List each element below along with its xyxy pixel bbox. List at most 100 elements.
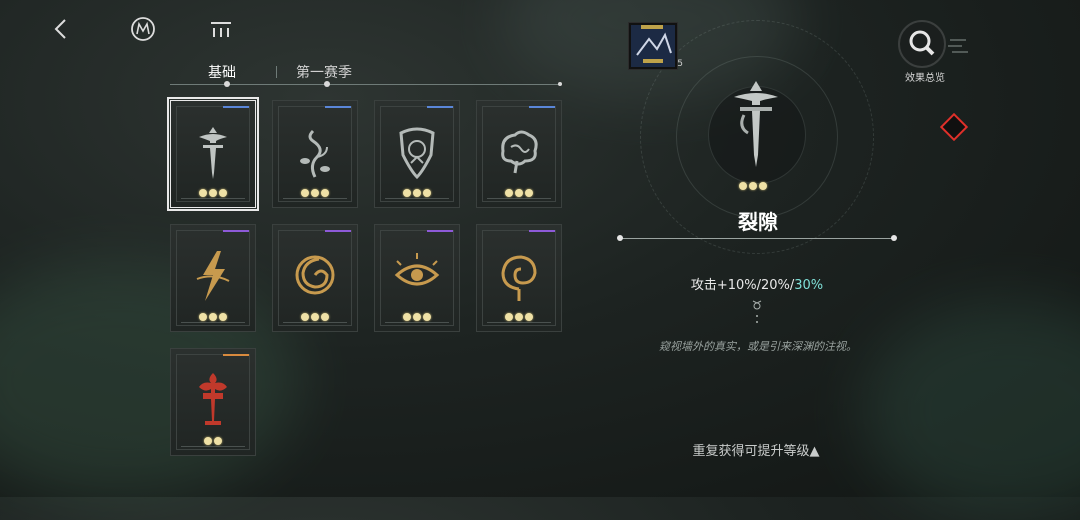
vortex-emblem-icon (295, 255, 335, 295)
level-pip (505, 189, 513, 197)
level-pip (423, 189, 431, 197)
effect-overview-button[interactable] (898, 20, 946, 68)
red-totem-card[interactable] (170, 348, 256, 456)
level-pip (423, 313, 431, 321)
eye-emblem-icon (394, 253, 440, 286)
vine-emblem-icon (300, 129, 330, 178)
card-level-pips (375, 189, 459, 197)
level-pip (321, 313, 329, 321)
card-baseline (283, 198, 347, 199)
eye-card[interactable] (374, 224, 460, 332)
stat-text: 攻击+10%/20%/30% (650, 274, 864, 293)
rarity-bar (529, 106, 555, 108)
lightning-card[interactable] (170, 224, 256, 332)
detail-level-pips (738, 182, 768, 190)
level-pip (515, 189, 523, 197)
level-pip (739, 182, 747, 190)
rarity-bar (223, 230, 249, 232)
level-pip (759, 182, 767, 190)
crack-emblem-icon (199, 127, 227, 179)
level-pip (199, 189, 207, 197)
card-baseline (283, 322, 347, 323)
level-pip (209, 313, 217, 321)
vine-card[interactable] (272, 100, 358, 208)
tab-season[interactable]: 第一赛季 (296, 62, 352, 82)
rarity-bar (325, 230, 351, 232)
red-totem-emblem-icon (199, 373, 227, 425)
tab-bar: 基础 第一赛季 (170, 60, 562, 90)
shield-card[interactable] (374, 100, 460, 208)
card-level-pips (171, 189, 255, 197)
level-pip (505, 313, 513, 321)
rarity-bar (325, 106, 351, 108)
level-pip (204, 437, 212, 445)
repeat-hint[interactable]: 重复获得可提升等级▲ (676, 440, 836, 459)
card-level-pips (273, 189, 357, 197)
card-baseline (181, 322, 245, 323)
tab-basic[interactable]: 基础 (208, 62, 236, 82)
shield-emblem-icon (399, 127, 435, 180)
search-icon (909, 30, 935, 56)
menu-icon[interactable] (206, 14, 236, 44)
rarity-bar (223, 106, 249, 108)
divider-dot-left (617, 235, 623, 241)
stat-current-value: 30% (794, 278, 824, 293)
card-level-pips (375, 313, 459, 321)
tab-end-dot (558, 82, 562, 86)
card-baseline (385, 322, 449, 323)
divider-dot-right (891, 235, 897, 241)
spiral-emblem-icon (501, 255, 537, 301)
card-baseline (487, 198, 551, 199)
level-pip (209, 189, 217, 197)
level-pip (199, 313, 207, 321)
level-pip (214, 437, 222, 445)
card-baseline (181, 198, 245, 199)
card-baseline (487, 322, 551, 323)
level-pip (311, 189, 319, 197)
rarity-bar (529, 230, 555, 232)
level-pip (515, 313, 523, 321)
vortex-card[interactable] (272, 224, 358, 332)
brain-card[interactable] (476, 100, 562, 208)
level-pip (749, 182, 757, 190)
warning-diamond-icon[interactable] (940, 113, 968, 141)
level-pip (311, 313, 319, 321)
card-level-pips (171, 437, 255, 445)
card-level-pips (477, 189, 561, 197)
level-pip (525, 189, 533, 197)
tab-separator (276, 66, 277, 78)
rarity-bar (427, 106, 453, 108)
stat-values: 攻击+10%/20%/ (690, 278, 795, 293)
m-logo-icon[interactable] (128, 14, 158, 44)
back-icon[interactable] (46, 14, 76, 44)
card-level-pips (477, 313, 561, 321)
ornament-icon (752, 300, 762, 323)
card-baseline (385, 198, 449, 199)
level-pip (413, 189, 421, 197)
level-pip (321, 189, 329, 197)
effect-overview-label: 效果总览 (905, 73, 945, 84)
flavor-text: 窥视墙外的真实，或是引来深渊的注视。 (659, 340, 857, 353)
level-pip (301, 313, 309, 321)
level-pip (301, 189, 309, 197)
detail-title: 裂隙 (738, 210, 778, 234)
level-pip (219, 313, 227, 321)
crack-emblem-icon (734, 81, 778, 167)
rarity-bar (427, 230, 453, 232)
crack-card[interactable] (167, 97, 259, 211)
thumb-badge: 5 (677, 59, 683, 69)
detail-divider (620, 238, 894, 239)
decor-lines-icon (948, 39, 968, 53)
level-pip (525, 313, 533, 321)
level-pip (403, 189, 411, 197)
card-level-pips (171, 313, 255, 321)
season-thumbnail[interactable]: 5 (628, 22, 683, 70)
card-level-pips (273, 313, 357, 321)
brain-emblem-icon (501, 130, 538, 174)
lightning-emblem-icon (196, 251, 230, 301)
spiral-card[interactable] (476, 224, 562, 332)
level-pip (219, 189, 227, 197)
rarity-bar (223, 354, 249, 356)
level-pip (413, 313, 421, 321)
level-pip (403, 313, 411, 321)
